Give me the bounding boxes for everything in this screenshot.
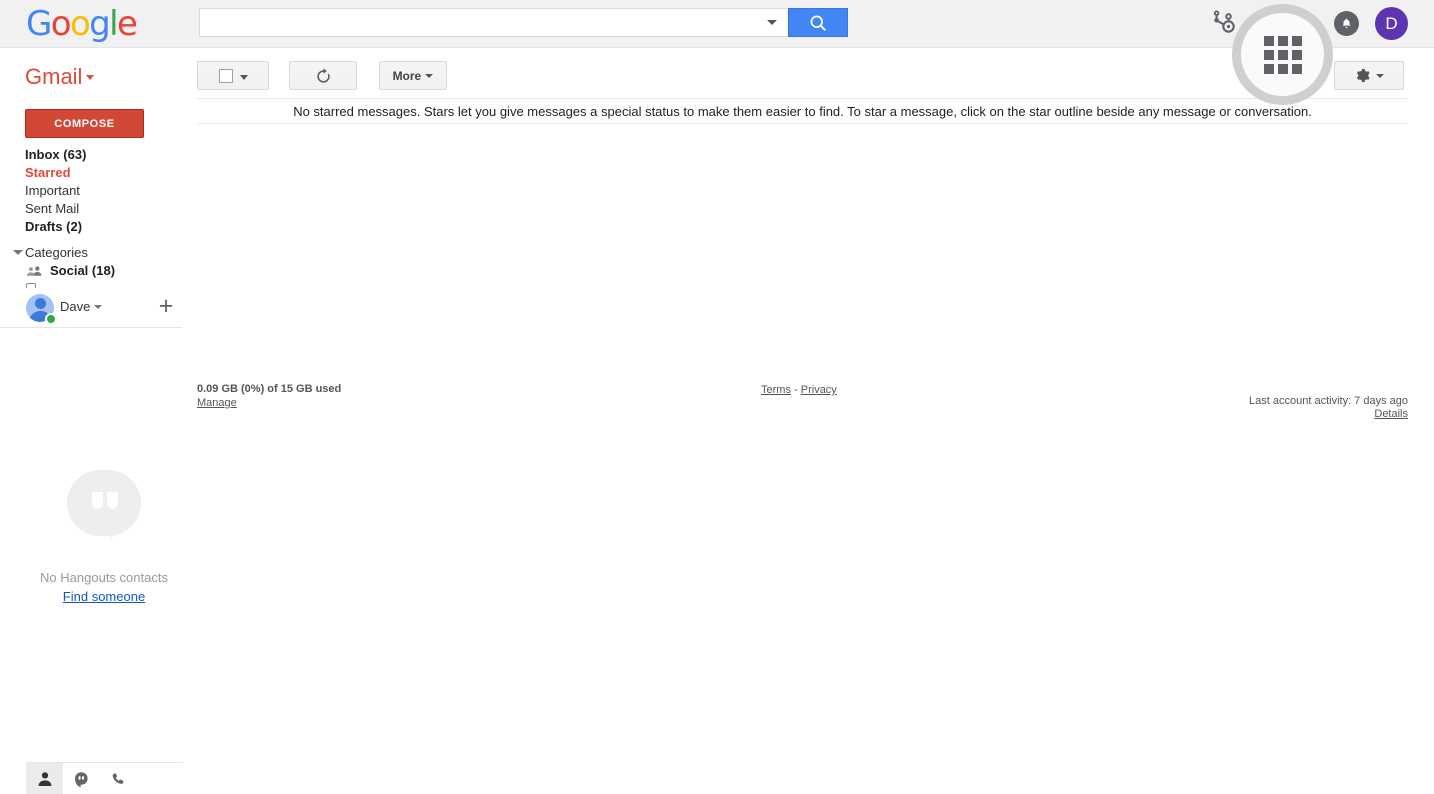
gmail-logo[interactable]: Gmail bbox=[25, 64, 95, 90]
chevron-down-icon bbox=[94, 305, 103, 309]
settings-button[interactable] bbox=[1334, 61, 1404, 90]
chevron-down-icon bbox=[13, 250, 23, 255]
bubble-tail bbox=[111, 516, 124, 540]
sidebar-item-important[interactable]: Important bbox=[0, 182, 182, 200]
avatar-initial: D bbox=[1385, 13, 1398, 33]
search-input[interactable] bbox=[199, 8, 787, 37]
find-someone-link[interactable]: Find someone bbox=[0, 589, 208, 604]
sidebar-item-label: Starred bbox=[25, 165, 71, 180]
page-footer: 0.09 GB (0%) of 15 GB used Manage Terms … bbox=[197, 383, 1408, 423]
chevron-down-icon bbox=[1376, 73, 1384, 78]
sidebar-item-label: Sent Mail bbox=[25, 201, 80, 216]
apps-dot bbox=[1292, 36, 1302, 46]
gear-icon bbox=[1356, 68, 1370, 83]
account-avatar[interactable]: D bbox=[1375, 7, 1408, 40]
logo-letter-e: e bbox=[117, 4, 138, 44]
sidebar-item-label: Inbox (63) bbox=[25, 147, 87, 162]
tab-conversations[interactable] bbox=[63, 763, 100, 794]
status-badge-online bbox=[45, 313, 57, 325]
mail-nav-list: Inbox (63) Starred Important Sent Mail D… bbox=[0, 146, 182, 236]
select-all-dropdown[interactable] bbox=[197, 61, 269, 90]
tab-calls[interactable] bbox=[100, 763, 137, 794]
hangouts-tab-strip bbox=[26, 762, 183, 794]
more-label: More bbox=[392, 69, 422, 83]
sidebar-item-sent-mail[interactable]: Sent Mail bbox=[0, 200, 182, 218]
sidebar-item-inbox[interactable]: Inbox (63) bbox=[0, 146, 182, 164]
hangouts-user-name: Dave bbox=[60, 299, 91, 314]
hangouts-empty-text: No Hangouts contacts bbox=[40, 570, 168, 585]
legal-separator: - bbox=[794, 384, 798, 396]
sidebar-item-categories[interactable]: Categories bbox=[0, 244, 182, 261]
logo-letter-g2: g bbox=[89, 4, 111, 44]
people-icon bbox=[27, 266, 42, 276]
sidebar-item-drafts[interactable]: Drafts (2) bbox=[0, 218, 182, 236]
refresh-icon bbox=[317, 68, 330, 83]
logo-letter-g1: G bbox=[26, 4, 52, 44]
search-button[interactable] bbox=[788, 8, 848, 37]
hangouts-bubble-icon bbox=[67, 470, 141, 544]
apps-dot bbox=[1264, 64, 1274, 74]
plus-icon: + bbox=[158, 292, 174, 320]
logo-letter-l: l bbox=[109, 4, 118, 44]
hangouts-empty-state: No Hangouts contacts Find someone bbox=[0, 470, 208, 604]
hubspot-sprocket-icon[interactable] bbox=[1209, 9, 1237, 37]
sidebar-item-social[interactable]: Social (18) bbox=[0, 263, 182, 279]
checkbox-icon bbox=[219, 69, 233, 83]
gmail-chevron-down-icon bbox=[86, 75, 95, 80]
refresh-button[interactable] bbox=[289, 61, 358, 90]
gmail-app: Google D Gmail More COMPOSE Inbox (63) S… bbox=[0, 0, 1434, 794]
bell-icon bbox=[1342, 18, 1351, 28]
apps-grid-icon[interactable] bbox=[1264, 36, 1302, 74]
last-activity-text: Last account activity: 7 days ago bbox=[1249, 395, 1408, 407]
logo-letter-o1: o bbox=[50, 4, 72, 44]
legal-links: Terms - Privacy bbox=[761, 384, 837, 396]
bubble-quote-right bbox=[107, 492, 118, 509]
google-logo[interactable]: Google bbox=[26, 4, 138, 44]
notifications-button[interactable] bbox=[1334, 11, 1359, 36]
storage-usage-text: 0.09 GB (0%) of 15 GB used bbox=[197, 383, 342, 395]
apps-dot bbox=[1278, 36, 1288, 46]
avatar-head bbox=[35, 298, 46, 309]
chevron-down-icon bbox=[425, 74, 434, 78]
logo-letter-o2: o bbox=[69, 4, 91, 44]
apps-dot bbox=[1264, 36, 1274, 46]
apps-dot bbox=[1278, 50, 1288, 60]
manage-storage-link[interactable]: Manage bbox=[197, 397, 237, 409]
search-options-chevron-down-icon[interactable] bbox=[767, 20, 777, 25]
apps-dot bbox=[1292, 50, 1302, 60]
mail-toolbar: More bbox=[197, 61, 447, 90]
chevron-down-icon bbox=[240, 75, 248, 80]
phone-icon bbox=[112, 772, 124, 784]
hangouts-icon bbox=[75, 771, 88, 787]
compose-button[interactable]: COMPOSE bbox=[25, 109, 144, 138]
terms-link[interactable]: Terms bbox=[761, 384, 791, 396]
categories-label: Categories bbox=[25, 245, 88, 260]
activity-details-link[interactable]: Details bbox=[1374, 408, 1408, 420]
apps-dot bbox=[1278, 64, 1288, 74]
add-contact-button[interactable]: + bbox=[155, 294, 177, 319]
sidebar-item-label: Drafts (2) bbox=[25, 219, 83, 234]
search-icon bbox=[810, 15, 826, 31]
gmail-logo-label: Gmail bbox=[25, 64, 83, 89]
privacy-link[interactable]: Privacy bbox=[801, 384, 837, 396]
apps-dot bbox=[1264, 50, 1274, 60]
compose-label: COMPOSE bbox=[54, 117, 115, 130]
more-dropdown[interactable]: More bbox=[378, 61, 447, 90]
sidebar-item-label: Social (18) bbox=[50, 263, 116, 278]
person-icon bbox=[38, 772, 51, 786]
sidebar-item-starred[interactable]: Starred bbox=[0, 164, 182, 182]
apps-dot bbox=[1292, 64, 1302, 74]
top-bar: Google D bbox=[0, 0, 1434, 74]
bubble-body bbox=[67, 470, 141, 536]
empty-state-text: No starred messages. Stars let you give … bbox=[293, 103, 1312, 119]
bubble-quote-left bbox=[92, 492, 103, 509]
hangouts-user-menu[interactable]: Dave bbox=[60, 299, 103, 314]
tab-contacts[interactable] bbox=[26, 763, 63, 794]
empty-state-message: No starred messages. Stars let you give … bbox=[197, 98, 1408, 124]
sidebar-item-label: Important bbox=[25, 183, 80, 198]
